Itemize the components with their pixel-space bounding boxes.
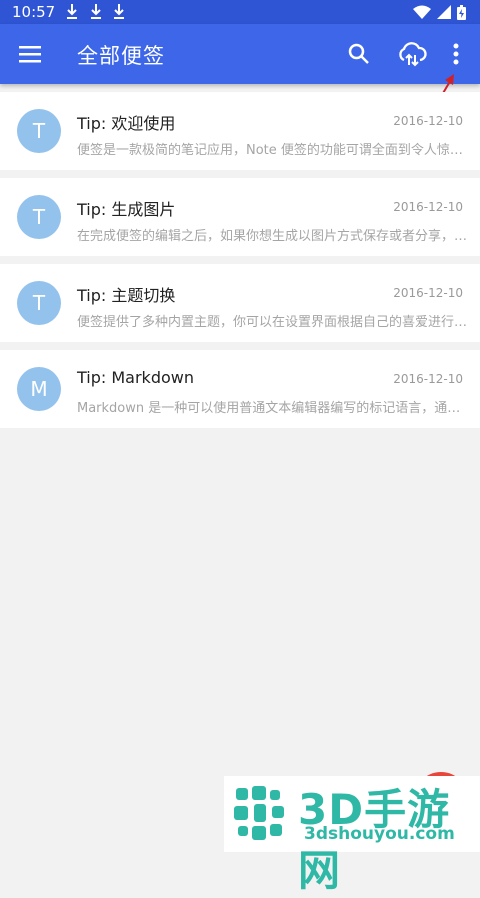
note-title: Tip: 生成图片 bbox=[77, 200, 176, 219]
download-icon bbox=[67, 4, 77, 19]
battery-icon bbox=[457, 4, 466, 20]
wifi-icon bbox=[413, 5, 431, 19]
menu-icon[interactable] bbox=[19, 43, 41, 65]
note-date: 2016-12-10 bbox=[393, 286, 463, 300]
note-list-item[interactable]: T Tip: 生成图片 2016-12-10 在完成便签的编辑之后，如果你想生成… bbox=[0, 178, 480, 256]
note-avatar: T bbox=[17, 109, 61, 153]
download-icon bbox=[91, 4, 101, 19]
signal-icon bbox=[437, 5, 451, 19]
note-avatar: M bbox=[17, 367, 61, 411]
watermark: 3D手游网 3dshouyou.com bbox=[224, 776, 480, 895]
download-icon bbox=[114, 4, 124, 19]
note-preview: Markdown 是一种可以使用普通文本编辑器编写的标记语言，通过简... bbox=[77, 401, 469, 416]
note-title: Tip: 主题切换 bbox=[77, 286, 176, 305]
note-list-item[interactable]: M Tip: Markdown 2016-12-10 Markdown 是一种可… bbox=[0, 350, 480, 428]
watermark-url: 3dshouyou.com bbox=[304, 824, 455, 844]
search-icon[interactable] bbox=[348, 43, 370, 65]
cloud-sync-icon[interactable] bbox=[397, 41, 427, 67]
note-preview: 便签提供了多种内置主题，你可以在设置界面根据自己的喜爱进行切... bbox=[77, 315, 469, 330]
status-bar: 10:57 bbox=[0, 0, 480, 24]
note-date: 2016-12-10 bbox=[393, 372, 463, 386]
page-title: 全部便签 bbox=[77, 44, 165, 68]
note-avatar: T bbox=[17, 195, 61, 239]
note-title: Tip: Markdown bbox=[77, 368, 194, 387]
note-avatar: T bbox=[17, 281, 61, 325]
watermark-logo-icon bbox=[234, 786, 284, 840]
status-indicators bbox=[413, 4, 466, 20]
note-list-item[interactable]: T Tip: 主题切换 2016-12-10 便签提供了多种内置主题，你可以在设… bbox=[0, 264, 480, 342]
note-list-item[interactable]: T Tip: 欢迎使用 2016-12-10 便签是一款极简的笔记应用，Note… bbox=[0, 92, 480, 170]
status-time: 10:57 bbox=[12, 3, 56, 21]
note-preview: 在完成便签的编辑之后，如果你想生成以图片方式保存或者分享，可... bbox=[77, 229, 469, 244]
app-bar: 全部便签 bbox=[0, 24, 480, 84]
more-vert-icon[interactable] bbox=[446, 41, 466, 67]
note-preview: 便签是一款极简的笔记应用，Note 便签的功能可谓全面到令人惊喜... bbox=[77, 143, 469, 158]
note-date: 2016-12-10 bbox=[393, 114, 463, 128]
note-date: 2016-12-10 bbox=[393, 200, 463, 214]
note-title: Tip: 欢迎使用 bbox=[77, 114, 176, 133]
